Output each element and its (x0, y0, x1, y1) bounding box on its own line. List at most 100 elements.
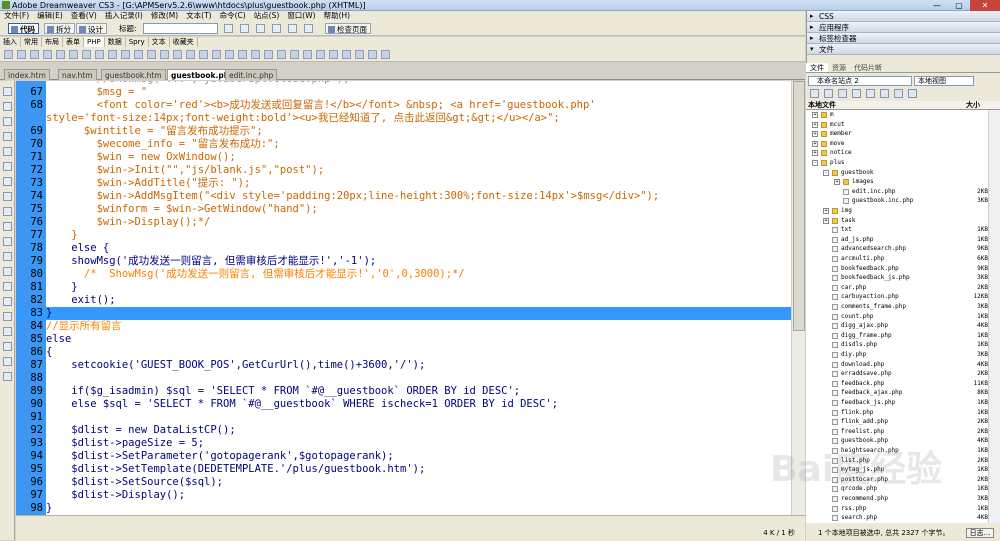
code-view-button[interactable]: 代码 (8, 23, 39, 34)
col-size[interactable]: 大小 (966, 101, 980, 110)
insert-tool-icon[interactable] (43, 50, 52, 59)
file-tree-row[interactable]: - plus (806, 158, 988, 168)
file-tab[interactable]: nav.htm (58, 69, 97, 80)
coding-tool-icon[interactable] (3, 207, 12, 216)
sync-icon[interactable] (894, 89, 903, 98)
coding-tool-icon[interactable] (3, 222, 12, 231)
file-tree-row[interactable]: + move (806, 139, 988, 149)
css-panel-header[interactable]: CSS (807, 11, 1000, 22)
file-tree-row[interactable]: arcmulti.php 6KB (806, 254, 988, 264)
insert-tool-icon[interactable] (316, 50, 325, 59)
file-tree-row[interactable]: + task (806, 216, 988, 226)
close-button[interactable]: ✕ (970, 0, 1000, 11)
insert-tab[interactable]: Spry (126, 37, 149, 47)
tab-assets[interactable]: 资源 (828, 63, 850, 72)
insert-tool-icon[interactable] (212, 50, 221, 59)
insert-tool-icon[interactable] (108, 50, 117, 59)
insert-tab[interactable]: 文本 (149, 37, 170, 47)
insert-tool-icon[interactable] (238, 50, 247, 59)
insert-tab[interactable]: 布局 (42, 37, 63, 47)
insert-tab[interactable]: 收藏夹 (170, 37, 198, 47)
insert-tool-icon[interactable] (69, 50, 78, 59)
expand-toggle-icon[interactable]: + (834, 179, 840, 186)
insert-tool-icon[interactable] (95, 50, 104, 59)
file-tree-row[interactable]: flink_add.php 2KB (806, 417, 988, 427)
expand-toggle-icon[interactable]: + (812, 150, 818, 157)
coding-tool-icon[interactable] (3, 177, 12, 186)
file-tree-row[interactable]: edit.inc.php 2KB (806, 187, 988, 197)
file-tree-row[interactable]: txt 1KB (806, 225, 988, 235)
coding-tool-icon[interactable] (3, 297, 12, 306)
coding-tool-icon[interactable] (3, 342, 12, 351)
log-button[interactable]: 日志... (966, 528, 994, 538)
insert-tab[interactable]: 插入 (0, 37, 21, 47)
file-tree-row[interactable]: rss.php 1KB (806, 504, 988, 514)
menu-item[interactable]: 修改(M) (147, 11, 182, 21)
insert-tool-icon[interactable] (264, 50, 273, 59)
view-options-icon[interactable] (272, 24, 281, 33)
insert-tool-icon[interactable] (251, 50, 260, 59)
coding-tool-icon[interactable] (3, 162, 12, 171)
scrollbar-thumb[interactable] (793, 81, 805, 331)
insert-tool-icon[interactable] (121, 50, 130, 59)
menu-item[interactable]: 编辑(E) (33, 11, 67, 21)
file-tree-row[interactable]: guestbook.inc.php 3KB (806, 196, 988, 206)
insert-tool-icon[interactable] (290, 50, 299, 59)
design-view-button[interactable]: 设计 (76, 23, 107, 34)
minimize-button[interactable]: — (926, 0, 948, 11)
code-editor[interactable]: //showmsg("...","javascript:close.php");… (46, 81, 791, 515)
coding-tool-icon[interactable] (3, 147, 12, 156)
tab-files[interactable]: 文件 (806, 63, 828, 72)
menu-item[interactable]: 命令(C) (216, 11, 250, 21)
file-tree-row[interactable]: comments_frame.php 3KB (806, 302, 988, 312)
file-tab[interactable]: edit.inc.php (225, 69, 278, 80)
insert-tool-icon[interactable] (82, 50, 91, 59)
expand-toggle-icon[interactable]: - (823, 169, 829, 176)
tab-snippets[interactable]: 代码片断 (850, 63, 886, 72)
col-local-files[interactable]: 本地文件 (808, 101, 836, 110)
insert-tool-icon[interactable] (56, 50, 65, 59)
file-tree-row[interactable]: digg_ajax.php 4KB (806, 321, 988, 331)
coding-tool-icon[interactable] (3, 372, 12, 381)
file-tree-row[interactable]: + mcut (806, 120, 988, 130)
insert-tab[interactable]: 表单 (63, 37, 84, 47)
coding-tool-icon[interactable] (3, 357, 12, 366)
expand-toggle-icon[interactable]: + (812, 131, 818, 138)
coding-tool-icon[interactable] (3, 252, 12, 261)
file-tree-scrollbar[interactable] (988, 110, 1000, 523)
file-tree-row[interactable]: carbuyaction.php 12KB (806, 292, 988, 302)
file-tree-row[interactable]: bookfeedback.php 9KB (806, 264, 988, 274)
file-tree-row[interactable]: search.php 4KB (806, 513, 988, 523)
coding-tool-icon[interactable] (3, 267, 12, 276)
expand-toggle-icon[interactable]: + (823, 208, 829, 214)
file-tree-row[interactable]: disdls.php 1KB (806, 340, 988, 350)
check-out-icon[interactable] (866, 89, 875, 98)
insert-tab[interactable]: 常用 (21, 37, 42, 47)
expand-icon[interactable] (908, 89, 917, 98)
coding-tool-icon[interactable] (3, 282, 12, 291)
maximize-button[interactable]: ▢ (948, 0, 970, 11)
file-tree-row[interactable]: ad_js.php 1KB (806, 235, 988, 245)
view-select[interactable]: 本地视图 (914, 76, 974, 86)
file-tree-row[interactable]: - guestbook (806, 168, 988, 178)
file-tree-row[interactable]: + notice (806, 148, 988, 158)
file-tree-row[interactable]: + img (806, 206, 988, 216)
insert-tab[interactable]: 数据 (105, 37, 126, 47)
coding-tool-icon[interactable] (3, 102, 12, 111)
insert-tool-icon[interactable] (342, 50, 351, 59)
file-tree-row[interactable]: + m (806, 110, 988, 120)
insert-tab[interactable]: PHP (84, 37, 105, 47)
check-page-button[interactable]: 检查页面 (325, 23, 371, 34)
file-tree-row[interactable]: feedback.php 11KB (806, 379, 988, 389)
get-files-icon[interactable] (838, 89, 847, 98)
insert-tool-icon[interactable] (381, 50, 390, 59)
file-tree-row[interactable]: erraddsave.php 2KB (806, 369, 988, 379)
insert-tool-icon[interactable] (368, 50, 377, 59)
file-tree-row[interactable]: + member (806, 129, 988, 139)
insert-tool-icon[interactable] (134, 50, 143, 59)
file-tree-row[interactable]: count.php 1KB (806, 312, 988, 322)
menu-item[interactable]: 插入记录(I) (101, 11, 147, 21)
file-tree-row[interactable]: feedback_ajax.php 8KB (806, 388, 988, 398)
insert-tool-icon[interactable] (355, 50, 364, 59)
file-tree-row[interactable]: feedback_js.php 1KB (806, 398, 988, 408)
